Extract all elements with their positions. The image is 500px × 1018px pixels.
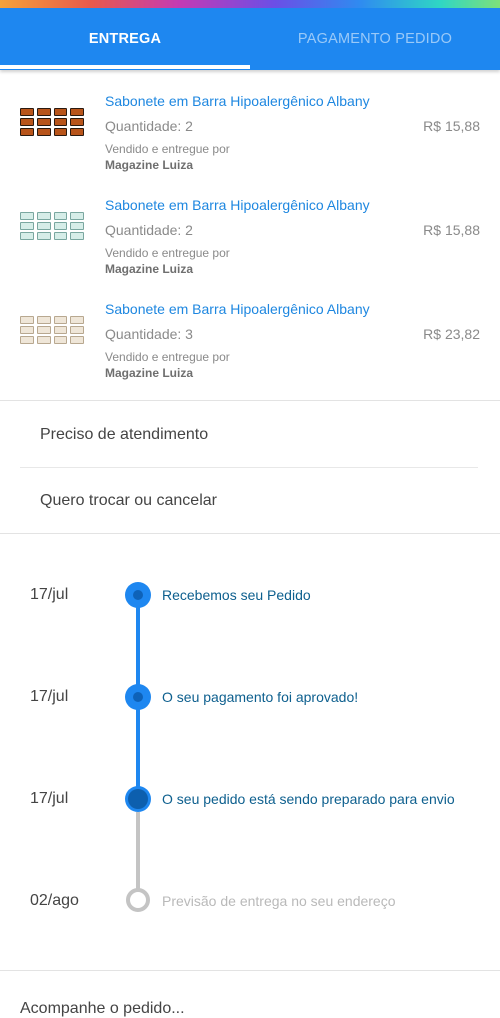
timeline-dot bbox=[125, 582, 151, 608]
timeline-dot-current bbox=[125, 786, 151, 812]
item-quantity: Quantidade: 2 bbox=[105, 222, 193, 238]
item-sold-by: Vendido e entregue por bbox=[105, 350, 230, 364]
timeline-dot bbox=[125, 684, 151, 710]
timeline-dot-pending bbox=[126, 888, 150, 912]
timeline-text: O seu pagamento foi aprovado! bbox=[162, 689, 359, 705]
active-tab-indicator bbox=[0, 65, 250, 69]
timeline-text: Previsão de entrega no seu endereço bbox=[162, 893, 396, 909]
help-link[interactable]: Preciso de atendimento bbox=[0, 402, 500, 468]
tab-pagamento-pedido[interactable]: PAGAMENTO PEDIDO bbox=[250, 8, 500, 70]
item-title[interactable]: Sabonete em Barra Hipoalergênico Albany bbox=[105, 197, 370, 213]
item-price: R$ 23,82 bbox=[423, 326, 480, 342]
exchange-cancel-link[interactable]: Quero trocar ou cancelar bbox=[0, 468, 500, 534]
order-item[interactable]: Sabonete em Barra Hipoalergênico Albany … bbox=[0, 70, 500, 174]
timeline-date: 17/jul bbox=[30, 790, 69, 807]
soap-pack-green-icon bbox=[20, 212, 84, 240]
footer-partial-text: Acompanhe o pedido... bbox=[20, 1000, 185, 1017]
item-price: R$ 15,88 bbox=[423, 118, 480, 134]
item-price: R$ 15,88 bbox=[423, 222, 480, 238]
item-sold-by: Vendido e entregue por bbox=[105, 246, 230, 260]
item-title[interactable]: Sabonete em Barra Hipoalergênico Albany bbox=[105, 301, 370, 317]
timeline-date: 02/ago bbox=[30, 892, 79, 909]
order-item[interactable]: Sabonete em Barra Hipoalergênico Albany … bbox=[0, 174, 500, 278]
timeline-text: O seu pedido está sendo preparado para e… bbox=[162, 791, 455, 807]
item-title[interactable]: Sabonete em Barra Hipoalergênico Albany bbox=[105, 93, 370, 109]
item-seller: Magazine Luiza bbox=[105, 366, 194, 380]
divider bbox=[0, 400, 500, 401]
timeline-text: Recebemos seu Pedido bbox=[162, 587, 311, 603]
item-seller: Magazine Luiza bbox=[105, 262, 194, 276]
rainbow-strip bbox=[0, 0, 500, 8]
divider bbox=[0, 970, 500, 971]
divider bbox=[0, 533, 500, 534]
tab-entrega[interactable]: ENTREGA bbox=[0, 8, 250, 70]
timeline-date: 17/jul bbox=[30, 586, 69, 603]
order-item[interactable]: Sabonete em Barra Hipoalergênico Albany … bbox=[0, 278, 500, 382]
timeline-line-pending bbox=[136, 812, 140, 900]
item-sold-by: Vendido e entregue por bbox=[105, 142, 230, 156]
soap-pack-orange-icon bbox=[20, 108, 84, 136]
item-quantity: Quantidade: 2 bbox=[105, 118, 193, 134]
item-quantity: Quantidade: 3 bbox=[105, 326, 193, 342]
soap-pack-cream-icon bbox=[20, 316, 84, 344]
tab-bar: ENTREGA PAGAMENTO PEDIDO bbox=[0, 0, 500, 70]
timeline-date: 17/jul bbox=[30, 688, 69, 705]
item-seller: Magazine Luiza bbox=[105, 158, 194, 172]
